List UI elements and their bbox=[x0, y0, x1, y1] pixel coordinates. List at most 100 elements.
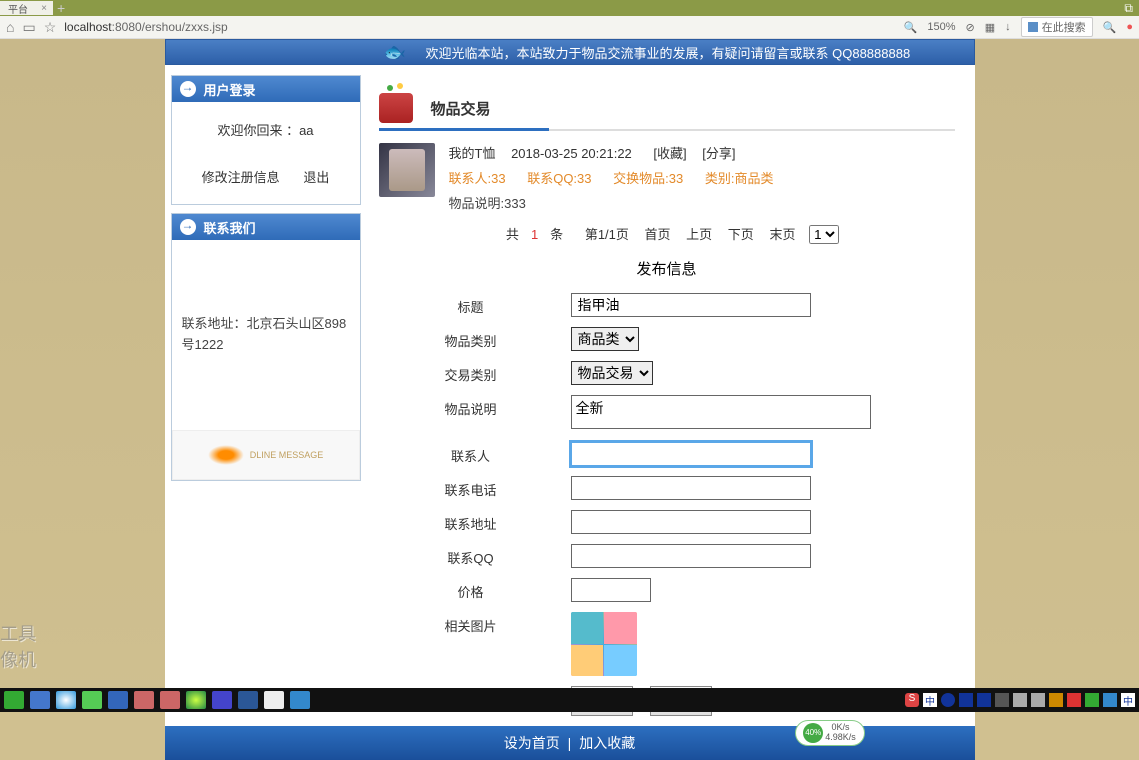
item-row: 我的T恤 2018-03-25 20:21:22 [收藏] [分享] 联系人:3… bbox=[379, 143, 955, 212]
login-panel-header: 用户登录 bbox=[172, 76, 360, 102]
addr-label: 联系地址 bbox=[371, 510, 571, 533]
grid-icon[interactable]: ▦ bbox=[985, 21, 995, 34]
tray-icon[interactable] bbox=[941, 693, 955, 707]
reader-icon[interactable]: ▭ bbox=[22, 19, 35, 36]
network-badge[interactable]: 40% 0K/s4.98K/s bbox=[795, 720, 865, 746]
tray-volume-icon[interactable] bbox=[1013, 693, 1027, 707]
url-field[interactable]: localhost:8080/ershou/zxxs.jsp bbox=[64, 20, 227, 34]
add-favorite-link[interactable]: 加入收藏 bbox=[579, 735, 635, 751]
new-tab-button[interactable]: + bbox=[57, 0, 65, 16]
tray-icon[interactable] bbox=[1103, 693, 1117, 707]
item-thumbnail[interactable] bbox=[379, 143, 435, 197]
page-home[interactable]: 首页 bbox=[645, 227, 671, 242]
taskbar-app-icon[interactable] bbox=[238, 691, 258, 709]
welcome-text: 欢迎你回来 ：aa bbox=[182, 120, 350, 139]
tray-icon[interactable] bbox=[1049, 693, 1063, 707]
download-icon[interactable]: ↓ bbox=[1005, 21, 1011, 33]
item-qq: 联系QQ:33 bbox=[527, 171, 591, 186]
form-heading: 发布信息 bbox=[371, 258, 963, 279]
trade-select[interactable]: 物品交易 bbox=[571, 361, 653, 385]
taskbar-app-icon[interactable] bbox=[290, 691, 310, 709]
qq-label: 联系QQ bbox=[371, 544, 571, 567]
arrow-icon bbox=[180, 81, 196, 97]
pager: 共1条 第1/1页 首页 上页 下页 末页 1 bbox=[371, 224, 963, 244]
tray-icon[interactable] bbox=[1067, 693, 1081, 707]
contact-label: 联系人 bbox=[371, 442, 571, 465]
section-title: 物品交易 bbox=[431, 98, 491, 119]
set-home-link[interactable]: 设为首页 bbox=[504, 735, 560, 751]
tray-lang-icon[interactable]: 中 bbox=[1121, 693, 1135, 707]
taskbar-app-icon[interactable] bbox=[160, 691, 180, 709]
addr-input[interactable] bbox=[571, 510, 811, 534]
taskbar: S 中 中 bbox=[0, 688, 1139, 712]
close-icon[interactable]: × bbox=[41, 3, 47, 14]
price-label: 价格 bbox=[371, 578, 571, 601]
page-prev[interactable]: 上页 bbox=[686, 227, 712, 242]
cart-icon bbox=[379, 93, 413, 123]
category-label: 物品类别 bbox=[371, 327, 571, 350]
taskbar-app-icon[interactable] bbox=[4, 691, 24, 709]
address-bar: ⌂ ▭ ☆ localhost:8080/ershou/zxxs.jsp 🔍 1… bbox=[0, 16, 1139, 39]
tray-icon[interactable] bbox=[977, 693, 991, 707]
phone-label: 联系电话 bbox=[371, 476, 571, 499]
message-banner[interactable]: DLINE MESSAGE bbox=[172, 430, 360, 480]
logout-link[interactable]: 退出 bbox=[303, 170, 329, 185]
browser-search[interactable]: 在此搜索 bbox=[1021, 17, 1093, 37]
record-icon[interactable]: ● bbox=[1126, 21, 1133, 33]
contact-input[interactable] bbox=[571, 442, 811, 466]
pen-icon bbox=[208, 445, 244, 465]
taskbar-app-icon[interactable] bbox=[264, 691, 284, 709]
taskbar-app-icon[interactable] bbox=[30, 691, 50, 709]
page-info: 第1/1页 bbox=[585, 227, 629, 242]
tab-underline bbox=[379, 129, 955, 131]
qq-input[interactable] bbox=[571, 544, 811, 568]
tray-chevron-icon[interactable] bbox=[995, 693, 1009, 707]
trade-label: 交易类别 bbox=[371, 361, 571, 384]
price-input[interactable] bbox=[571, 578, 651, 602]
favorite-link[interactable]: [收藏] bbox=[653, 146, 686, 161]
tray-icon[interactable] bbox=[959, 693, 973, 707]
page-last[interactable]: 末页 bbox=[769, 227, 795, 242]
zoom-level: 150% bbox=[927, 21, 955, 33]
contact-panel-header: 联系我们 bbox=[172, 214, 360, 240]
star-icon[interactable]: ☆ bbox=[44, 19, 57, 36]
item-exchange: 交换物品:33 bbox=[613, 171, 683, 186]
home-icon[interactable]: ⌂ bbox=[6, 19, 14, 35]
share-link[interactable]: [分享] bbox=[702, 146, 735, 161]
title-input[interactable] bbox=[571, 293, 811, 317]
shield-icon[interactable]: ⊘ bbox=[966, 21, 975, 34]
ime-lang[interactable]: 中 bbox=[923, 693, 937, 707]
search-icon[interactable]: 🔍 bbox=[1103, 21, 1117, 34]
tray-icon[interactable] bbox=[1085, 693, 1099, 707]
page-next[interactable]: 下页 bbox=[728, 227, 754, 242]
desc-textarea[interactable]: 全新 bbox=[571, 395, 871, 429]
taskbar-app-icon[interactable] bbox=[134, 691, 154, 709]
edit-profile-link[interactable]: 修改注册信息 bbox=[202, 170, 280, 185]
taskbar-app-icon[interactable] bbox=[186, 691, 206, 709]
site-banner: 🐟 欢迎光临本站，本站致力于物品交流事业的发展，有疑问请留言或联系 QQ8888… bbox=[165, 39, 975, 65]
item-time: 2018-03-25 20:21:22 bbox=[511, 146, 632, 161]
category-select[interactable]: 商品类 bbox=[571, 327, 639, 351]
zoom-icon[interactable]: 🔍 bbox=[904, 21, 918, 34]
item-desc: 物品说明:333 bbox=[449, 193, 955, 212]
taskbar-app-icon[interactable] bbox=[108, 691, 128, 709]
arrow-icon bbox=[180, 219, 196, 235]
browser-tab[interactable]: 平台 × bbox=[0, 1, 53, 15]
image-label: 相关图片 bbox=[371, 612, 571, 635]
phone-input[interactable] bbox=[571, 476, 811, 500]
item-title[interactable]: 我的T恤 bbox=[449, 146, 496, 161]
taskbar-app-icon[interactable] bbox=[82, 691, 102, 709]
uploaded-image[interactable] bbox=[571, 612, 637, 676]
login-panel: 用户登录 欢迎你回来 ：aa 修改注册信息 退出 bbox=[171, 75, 361, 205]
ime-indicator[interactable]: S bbox=[905, 693, 919, 707]
contact-panel: 联系我们 联系地址：北京石头山区898号1222 DLINE MESSAGE bbox=[171, 213, 361, 481]
taskbar-app-icon[interactable] bbox=[56, 691, 76, 709]
page-background: 🐟 欢迎光临本站，本站致力于物品交流事业的发展，有疑问请留言或联系 QQ8888… bbox=[0, 39, 1139, 760]
fish-icon: 🐟 bbox=[384, 42, 406, 63]
contact-address: 联系地址：北京石头山区898号1222 bbox=[172, 240, 360, 430]
tray-network-icon[interactable] bbox=[1031, 693, 1045, 707]
taskbar-app-icon[interactable] bbox=[212, 691, 232, 709]
page-select[interactable]: 1 bbox=[809, 225, 839, 244]
tab-title: 平台 bbox=[8, 1, 28, 16]
pin-icon[interactable]: ⧉ bbox=[1124, 1, 1133, 16]
